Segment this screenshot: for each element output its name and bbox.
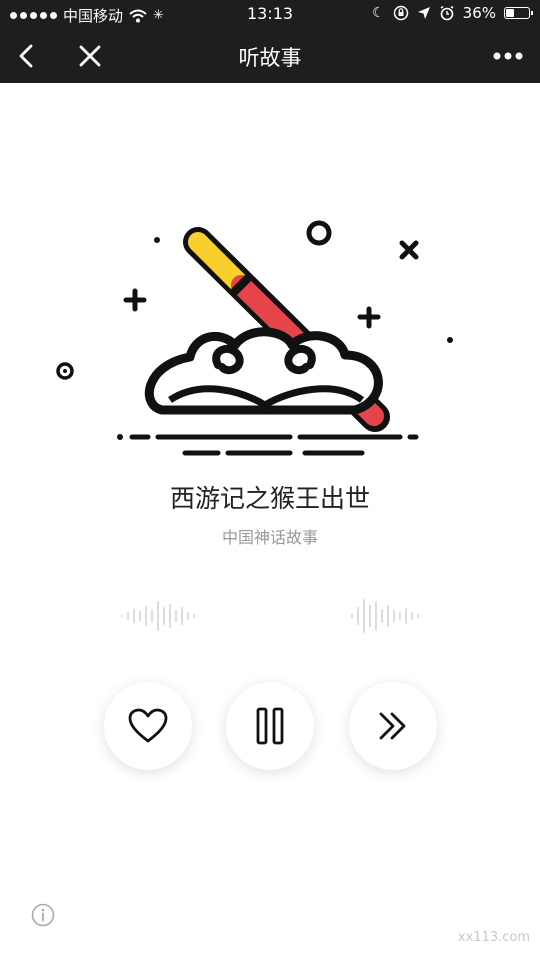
info-icon[interactable]	[31, 903, 55, 927]
more-button[interactable]	[488, 38, 528, 74]
pause-icon	[256, 707, 284, 745]
battery-percent: 36%	[462, 4, 496, 22]
ground-lines	[117, 434, 419, 456]
status-bar: 中国移动 ✳ 13:13 ☾ 36%	[0, 0, 540, 28]
watermark: xx113.com	[457, 930, 530, 945]
orientation-lock-icon	[393, 5, 408, 21]
page-title: 听故事	[238, 46, 302, 70]
dot-decoration-small	[447, 337, 453, 343]
cloud-icon	[144, 327, 383, 415]
next-button[interactable]	[349, 682, 437, 770]
battery-level	[506, 9, 514, 17]
story-category: 中国神话故事	[221, 528, 318, 547]
location-icon	[417, 7, 430, 19]
heart-icon	[128, 708, 168, 743]
waveform-left-icon	[121, 601, 195, 631]
dot-decoration	[56, 362, 74, 380]
waveform-right-icon	[351, 599, 419, 633]
moon-icon: ☾	[372, 5, 385, 21]
pause-button[interactable]	[226, 682, 314, 770]
like-button[interactable]	[104, 682, 192, 770]
fast-forward-icon	[379, 712, 406, 740]
battery-icon	[504, 7, 533, 19]
story-title: 西游记之猴王出世	[169, 484, 370, 513]
nav-bar: 听故事	[0, 28, 540, 83]
status-right: ☾ 36%	[372, 4, 533, 22]
story-illustration	[117, 220, 419, 456]
alarm-icon	[440, 5, 454, 21]
more-icon	[493, 52, 523, 60]
